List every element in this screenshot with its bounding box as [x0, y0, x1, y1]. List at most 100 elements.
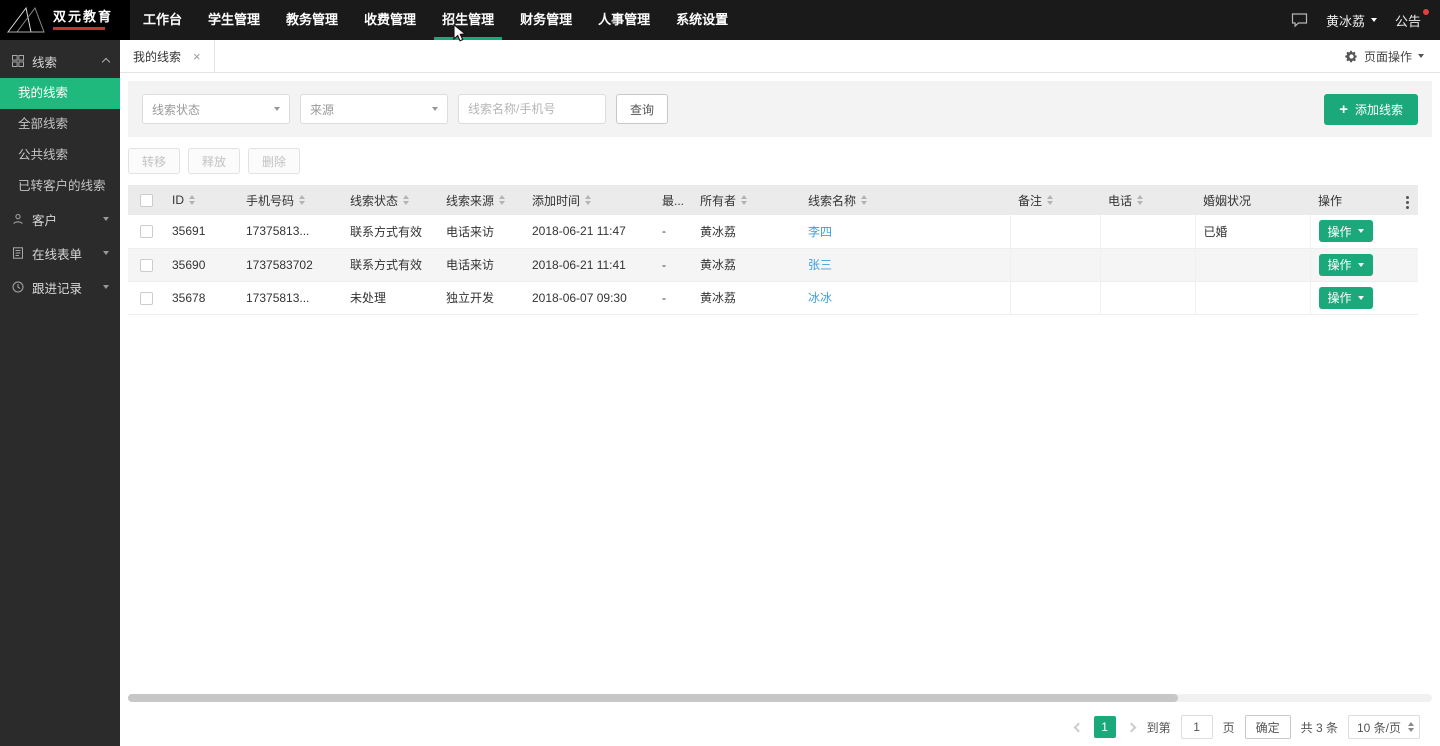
cell-owner: 黄冰荔	[692, 248, 800, 281]
nav-item-students[interactable]: 学生管理	[195, 0, 273, 40]
lead-name-link[interactable]: 张三	[808, 258, 832, 272]
forms-icon	[12, 247, 24, 259]
cell-owner: 黄冰荔	[692, 215, 800, 248]
cell-status: 联系方式有效	[342, 215, 438, 248]
column-header-marital: 婚姻状况	[1195, 185, 1310, 215]
sidebar-group-label: 在线表单	[32, 244, 82, 263]
sort-icon	[741, 195, 747, 205]
column-header-remark[interactable]: 备注	[1010, 185, 1100, 215]
goto-page-input[interactable]	[1181, 715, 1213, 739]
leads-table-wrap: ID 手机号码 线索状态 线索来源 添加时间 最... 所有者 线索名称 备注 …	[128, 185, 1432, 315]
row-action-button[interactable]: 操作	[1319, 287, 1373, 309]
chevron-down-icon	[274, 107, 280, 111]
sidebar-group-followups[interactable]: 跟进记录	[0, 270, 120, 304]
topbar-right: 黄冰荔 公告	[1291, 0, 1440, 40]
column-label: 线索名称	[808, 192, 856, 209]
delete-button[interactable]: 删除	[248, 148, 300, 174]
nav-item-hr[interactable]: 人事管理	[585, 0, 663, 40]
column-header-id[interactable]: ID	[164, 185, 238, 215]
close-icon[interactable]: ×	[193, 49, 201, 64]
nav-item-finance[interactable]: 财务管理	[507, 0, 585, 40]
column-header-source[interactable]: 线索来源	[438, 185, 524, 215]
row-checkbox[interactable]	[140, 225, 153, 238]
select-all-checkbox[interactable]	[140, 194, 153, 207]
user-menu[interactable]: 黄冰荔	[1326, 11, 1377, 30]
nav-item-academic[interactable]: 教务管理	[273, 0, 351, 40]
row-action-button[interactable]: 操作	[1319, 220, 1373, 242]
query-button[interactable]: 查询	[616, 94, 668, 124]
goto-label: 到第	[1147, 719, 1171, 736]
sidebar-item-all-leads[interactable]: 全部线索	[0, 109, 120, 140]
prev-page-button[interactable]	[1073, 722, 1084, 733]
row-checkbox[interactable]	[140, 292, 153, 305]
sidebar-group-leads[interactable]: 线索	[0, 44, 120, 78]
horizontal-scrollbar[interactable]	[128, 694, 1178, 702]
sidebar-item-converted-leads[interactable]: 已转客户的线索	[0, 171, 120, 202]
page-1-button[interactable]: 1	[1094, 716, 1116, 738]
horizontal-scrollbar-track[interactable]	[128, 694, 1432, 702]
chevron-down-icon	[103, 251, 109, 255]
message-icon[interactable]	[1291, 12, 1308, 28]
cell-checkbox	[128, 281, 164, 314]
column-header-status[interactable]: 线索状态	[342, 185, 438, 215]
chevron-down-icon	[1358, 229, 1364, 233]
source-select[interactable]: 来源	[300, 94, 448, 124]
lead-status-select[interactable]: 线索状态	[142, 94, 290, 124]
nav-item-enrollment[interactable]: 招生管理	[429, 0, 507, 40]
chevron-right-icon	[1126, 722, 1136, 732]
column-header-last-follow[interactable]: 最...	[654, 185, 692, 215]
announcement-button[interactable]: 公告	[1395, 11, 1426, 30]
column-header-owner[interactable]: 所有者	[692, 185, 800, 215]
row-action-button[interactable]: 操作	[1319, 254, 1373, 276]
sort-icon	[585, 195, 591, 205]
add-lead-label: 添加线索	[1355, 101, 1403, 118]
cell-empty	[1396, 248, 1418, 281]
cell-actions: 操作	[1310, 215, 1396, 248]
chevron-left-icon	[1073, 722, 1083, 732]
nav-label: 财务管理	[520, 12, 572, 27]
sidebar-group-label: 客户	[32, 210, 57, 229]
cell-marital	[1195, 248, 1310, 281]
tab-label: 我的线索	[133, 48, 181, 65]
chevron-down-icon	[1371, 18, 1377, 22]
page-actions-button[interactable]: 页面操作	[1345, 40, 1440, 72]
keyword-input[interactable]	[458, 94, 606, 124]
row-checkbox[interactable]	[140, 259, 153, 272]
add-lead-button[interactable]: + 添加线索	[1324, 94, 1418, 125]
nav-item-fees[interactable]: 收费管理	[351, 0, 429, 40]
column-header-telephone[interactable]: 电话	[1100, 185, 1195, 215]
sort-icon	[499, 195, 505, 205]
cell-remark	[1010, 281, 1100, 314]
transfer-button[interactable]: 转移	[128, 148, 180, 174]
sidebar-item-my-leads[interactable]: 我的线索	[0, 78, 120, 109]
column-header-lead-name[interactable]: 线索名称	[800, 185, 1010, 215]
sort-icon	[189, 195, 195, 205]
release-button[interactable]: 释放	[188, 148, 240, 174]
column-settings-button[interactable]	[1396, 185, 1418, 215]
nav-label: 学生管理	[208, 12, 260, 27]
tab-my-leads[interactable]: 我的线索 ×	[120, 40, 215, 72]
lead-name-link[interactable]: 冰冰	[808, 291, 832, 305]
next-page-button[interactable]	[1126, 722, 1137, 733]
column-label: 添加时间	[532, 192, 580, 209]
cell-checkbox	[128, 248, 164, 281]
confirm-button[interactable]: 确定	[1245, 715, 1291, 739]
tab-bar: 我的线索 × 页面操作	[120, 40, 1440, 73]
column-header-phone[interactable]: 手机号码	[238, 185, 342, 215]
lead-name-link[interactable]: 李四	[808, 225, 832, 239]
plus-icon: +	[1339, 102, 1348, 117]
sidebar-group-online-forms[interactable]: 在线表单	[0, 236, 120, 270]
nav-item-settings[interactable]: 系统设置	[663, 0, 741, 40]
sidebar-group-customers[interactable]: 客户	[0, 202, 120, 236]
page-size-select[interactable]: 10 条/页	[1348, 715, 1420, 739]
active-nav-underline	[434, 37, 502, 40]
row-action-label: 操作	[1328, 256, 1352, 273]
sidebar-item-public-leads[interactable]: 公共线索	[0, 140, 120, 171]
page-size-label: 10 条/页	[1357, 719, 1401, 736]
sidebar: 线索 我的线索 全部线索 公共线索 已转客户的线索 客户 在线表单	[0, 40, 120, 746]
leads-icon	[12, 55, 24, 67]
more-options-icon	[1406, 201, 1409, 204]
nav-item-workbench[interactable]: 工作台	[130, 0, 195, 40]
column-header-added-time[interactable]: 添加时间	[524, 185, 654, 215]
cell-last-follow: -	[654, 215, 692, 248]
